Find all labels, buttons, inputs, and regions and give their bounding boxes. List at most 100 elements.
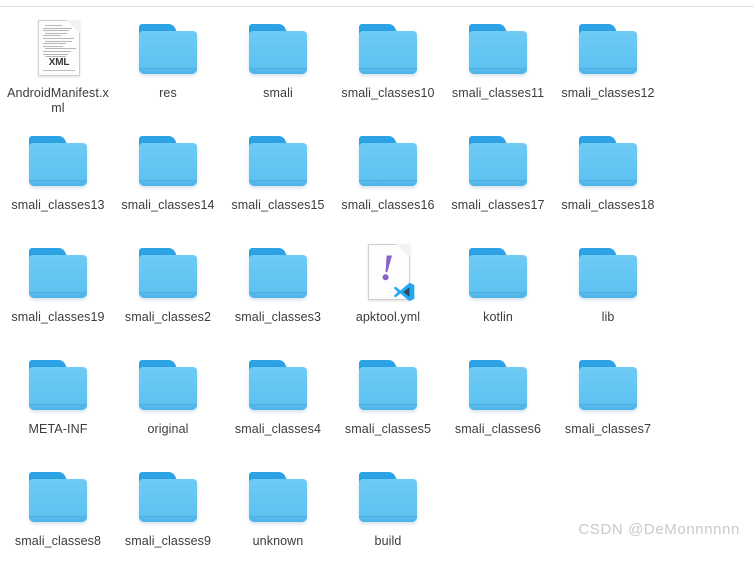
folder-body	[359, 367, 417, 410]
folder-icon	[29, 472, 87, 522]
file-label: smali_classes3	[234, 310, 322, 324]
xml-file-icon: XML	[38, 20, 80, 76]
folder-body	[469, 31, 527, 74]
file-icon-wrap: XML	[26, 18, 90, 80]
file-grid-item[interactable]: smali_classes5	[333, 348, 443, 460]
file-icon-wrap	[26, 242, 90, 304]
folder-icon	[139, 360, 197, 410]
file-grid-item[interactable]: original	[113, 348, 223, 460]
file-label: kotlin	[483, 310, 513, 324]
folder-icon	[249, 472, 307, 522]
xml-type-label: XML	[48, 57, 70, 68]
file-label: smali_classes13	[11, 198, 105, 212]
folder-icon	[469, 360, 527, 410]
file-icon-wrap	[466, 354, 530, 416]
file-icon-wrap	[246, 130, 310, 192]
file-grid-item[interactable]: smali_classes13	[3, 124, 113, 236]
folder-icon	[579, 24, 637, 74]
folder-body	[249, 31, 307, 74]
file-grid-item[interactable]: smali_classes4	[223, 348, 333, 460]
file-label: smali_classes18	[561, 198, 655, 212]
file-grid-item[interactable]: unknown	[223, 460, 333, 572]
file-label: lib	[601, 310, 615, 324]
file-grid-item[interactable]: smali_classes2	[113, 236, 223, 348]
file-label: smali_classes16	[341, 198, 435, 212]
file-grid-item[interactable]: smali_classes17	[443, 124, 553, 236]
file-icon-wrap: !	[356, 242, 420, 304]
folder-icon	[29, 136, 87, 186]
file-grid-item[interactable]: smali_classes14	[113, 124, 223, 236]
folder-icon	[469, 136, 527, 186]
file-label: smali_classes15	[231, 198, 325, 212]
file-grid-item[interactable]: smali	[223, 12, 333, 124]
xml-underline	[43, 70, 75, 71]
folder-body	[29, 255, 87, 298]
file-label: META-INF	[28, 422, 88, 436]
folder-icon	[139, 472, 197, 522]
file-icon-wrap	[246, 18, 310, 80]
folder-body	[29, 479, 87, 522]
folder-body	[579, 255, 637, 298]
vscode-icon	[393, 282, 415, 302]
file-grid-item[interactable]: smali_classes3	[223, 236, 333, 348]
file-icon-wrap	[466, 18, 530, 80]
file-label: smali_classes12	[561, 86, 655, 100]
folder-icon	[359, 136, 417, 186]
folder-body	[249, 367, 307, 410]
folder-icon	[359, 472, 417, 522]
file-grid-item[interactable]: smali_classes12	[553, 12, 663, 124]
file-label: smali_classes5	[344, 422, 432, 436]
file-label: smali_classes17	[451, 198, 545, 212]
folder-icon	[359, 360, 417, 410]
file-icon-wrap	[356, 354, 420, 416]
file-grid-item[interactable]: XML AndroidManifest.xml	[3, 12, 113, 124]
folder-icon	[469, 248, 527, 298]
folder-body	[139, 31, 197, 74]
folder-body	[359, 479, 417, 522]
folder-body	[139, 367, 197, 410]
file-icon-wrap	[576, 130, 640, 192]
file-label: smali_classes4	[234, 422, 322, 436]
file-grid-item[interactable]: smali_classes8	[3, 460, 113, 572]
file-icon-wrap	[136, 242, 200, 304]
file-label: original	[147, 422, 189, 436]
file-grid-item[interactable]: smali_classes16	[333, 124, 443, 236]
file-grid-item[interactable]: lib	[553, 236, 663, 348]
document-text-lines	[43, 25, 76, 61]
file-label: smali_classes11	[451, 86, 545, 100]
folder-body	[249, 255, 307, 298]
yml-file-icon: !	[368, 244, 415, 302]
file-icon-wrap	[576, 18, 640, 80]
file-icon-wrap	[246, 466, 310, 528]
file-label: smali_classes19	[11, 310, 105, 324]
folder-icon	[29, 360, 87, 410]
file-icon-wrap	[466, 242, 530, 304]
file-icon-wrap	[576, 354, 640, 416]
folder-icon	[359, 24, 417, 74]
file-grid-item[interactable]: smali_classes10	[333, 12, 443, 124]
file-grid-item[interactable]: build	[333, 460, 443, 572]
folder-body	[469, 143, 527, 186]
folder-icon	[579, 360, 637, 410]
file-grid-item[interactable]: smali_classes7	[553, 348, 663, 460]
file-grid-item[interactable]: ! apktool.yml	[333, 236, 443, 348]
file-label: smali	[263, 86, 293, 100]
file-grid-item[interactable]: smali_classes18	[553, 124, 663, 236]
file-grid-item[interactable]: smali_classes6	[443, 348, 553, 460]
file-grid-item[interactable]: res	[113, 12, 223, 124]
file-label: smali_classes14	[121, 198, 215, 212]
file-grid-item[interactable]: smali_classes11	[443, 12, 553, 124]
folder-body	[359, 31, 417, 74]
file-grid-item[interactable]: kotlin	[443, 236, 553, 348]
file-grid-item[interactable]: smali_classes19	[3, 236, 113, 348]
file-grid-item[interactable]: META-INF	[3, 348, 113, 460]
folder-body	[139, 255, 197, 298]
folder-body	[359, 143, 417, 186]
folder-body	[579, 143, 637, 186]
file-icon-wrap	[466, 130, 530, 192]
file-grid-item[interactable]: smali_classes15	[223, 124, 333, 236]
folder-icon	[249, 248, 307, 298]
csdn-watermark: CSDN @DeMonnnnnn	[578, 521, 740, 538]
file-grid-item[interactable]: smali_classes9	[113, 460, 223, 572]
folder-body	[29, 143, 87, 186]
